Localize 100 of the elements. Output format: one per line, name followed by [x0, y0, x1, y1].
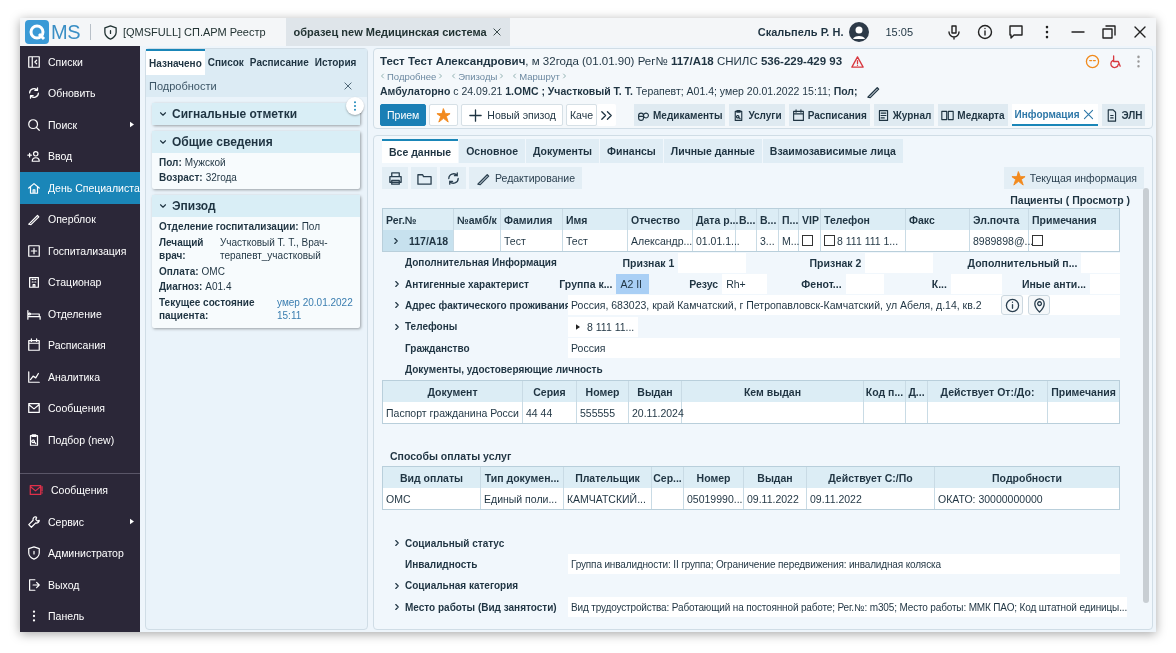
- chevron-right-icon[interactable]: [392, 602, 402, 613]
- sidebar-item[interactable]: Обновить: [20, 77, 140, 109]
- column-header[interactable]: Вид оплаты: [383, 467, 481, 489]
- panel-tab[interactable]: Расписание: [246, 49, 312, 75]
- chevron-right-icon[interactable]: [391, 235, 401, 246]
- location-button[interactable]: [1028, 295, 1050, 316]
- column-header[interactable]: Д...: [906, 381, 928, 403]
- sidebar-item[interactable]: Панель: [20, 600, 140, 632]
- info-icon[interactable]: [977, 24, 993, 40]
- refresh-button[interactable]: [440, 167, 466, 189]
- column-header[interactable]: Номер: [577, 381, 629, 403]
- column-header[interactable]: №амб/к: [454, 209, 501, 230]
- section-tab[interactable]: Расписания: [788, 104, 870, 126]
- section-tab[interactable]: Услуги: [729, 104, 785, 126]
- new-episode-button[interactable]: Новый эпизод: [461, 104, 563, 126]
- column-header[interactable]: Факс: [906, 209, 970, 230]
- sidebar-item[interactable]: Сообщения: [20, 392, 140, 424]
- sidebar-item[interactable]: Поиск: [20, 109, 140, 141]
- close-icon[interactable]: [491, 27, 502, 37]
- section-tab[interactable]: ЭЛН: [1102, 104, 1146, 126]
- column-header[interactable]: Эл.почта: [970, 209, 1029, 230]
- column-header[interactable]: Тип докумен...: [481, 467, 564, 489]
- chevron-down-icon[interactable]: [158, 201, 168, 211]
- edit-button[interactable]: Редактирование: [469, 167, 582, 189]
- content-tab[interactable]: Документы: [526, 139, 600, 163]
- sidebar-item[interactable]: Госпитализация: [20, 235, 140, 267]
- panel-tab[interactable]: Список: [204, 49, 247, 75]
- column-header[interactable]: VIP: [799, 209, 821, 230]
- sidebar-item[interactable]: Выход: [20, 569, 140, 601]
- sidebar-item[interactable]: Сообщения: [20, 474, 140, 506]
- column-header[interactable]: Выдан: [744, 467, 807, 489]
- column-header[interactable]: Примечания: [1048, 381, 1119, 403]
- close-icon[interactable]: [1132, 24, 1148, 40]
- attribute-value[interactable]: A2 II: [616, 274, 649, 295]
- column-header[interactable]: Выдан: [629, 381, 682, 403]
- info-button[interactable]: [1001, 295, 1023, 316]
- sidebar-item[interactable]: Расписания: [20, 329, 140, 361]
- column-header[interactable]: Сер...: [652, 467, 684, 489]
- card-menu-button[interactable]: [346, 97, 364, 115]
- sidebar-item[interactable]: Оперблок: [20, 203, 140, 235]
- avatar-icon[interactable]: [849, 22, 870, 42]
- window-tab[interactable]: образец new Медицинская система: [285, 18, 510, 46]
- chevron-right-icon[interactable]: [392, 580, 402, 591]
- column-header[interactable]: Действует От:/До:: [928, 381, 1048, 403]
- panel-tab[interactable]: История: [311, 49, 360, 75]
- expand-arrow-icon[interactable]: [576, 323, 580, 330]
- patient-link[interactable]: Маршрут: [519, 70, 560, 82]
- column-header[interactable]: Документ: [383, 381, 523, 403]
- patient-link[interactable]: Подробнее: [387, 70, 437, 82]
- column-header[interactable]: Код п...: [864, 381, 906, 403]
- chat-icon[interactable]: [1008, 24, 1024, 40]
- folder-button[interactable]: [411, 167, 437, 189]
- section-tab[interactable]: Информация: [1011, 104, 1099, 126]
- sidebar-item[interactable]: Сервис: [20, 506, 140, 538]
- sidebar-item[interactable]: Аналитика: [20, 361, 140, 393]
- section-tab[interactable]: Медкарта: [938, 104, 1008, 126]
- window-tab[interactable]: [QMSFULL] СП.АРМ Реестр: [101, 18, 274, 46]
- sidebar-item[interactable]: Администратор: [20, 537, 140, 569]
- reception-button[interactable]: Прием: [380, 104, 427, 126]
- content-tab[interactable]: Взаимозависимые лица: [762, 139, 903, 163]
- column-header[interactable]: Примечания: [1029, 209, 1119, 230]
- print-button[interactable]: [382, 167, 408, 189]
- chevron-right-icon[interactable]: [392, 279, 402, 290]
- column-header[interactable]: Кем выдан: [682, 381, 864, 403]
- content-tab[interactable]: Личные данные: [663, 139, 762, 163]
- chevron-right-icon[interactable]: [392, 300, 402, 311]
- column-header[interactable]: Отчество: [628, 209, 693, 230]
- checkbox[interactable]: [802, 235, 813, 246]
- section-tab[interactable]: Медикаменты: [634, 104, 726, 126]
- sidebar-item[interactable]: Подбор (new): [20, 424, 140, 456]
- column-header[interactable]: Действует С:/По: [807, 467, 935, 489]
- chevron-right-icon[interactable]: [392, 538, 402, 549]
- panel-tab[interactable]: Назначено: [146, 49, 205, 75]
- chevron-down-icon[interactable]: [158, 109, 168, 119]
- content-tab[interactable]: Финансы: [600, 139, 663, 163]
- column-header[interactable]: Подробности: [935, 467, 1119, 489]
- column-header[interactable]: Серия: [523, 381, 577, 403]
- checkbox[interactable]: [824, 235, 835, 246]
- column-header[interactable]: Номер: [684, 467, 744, 489]
- restore-icon[interactable]: [1101, 24, 1117, 40]
- microphone-icon[interactable]: [946, 24, 962, 40]
- sidebar-item[interactable]: Списки: [20, 46, 140, 78]
- content-tab[interactable]: Все данные: [382, 139, 459, 163]
- sidebar-item[interactable]: День Специалиста: [20, 172, 140, 204]
- sidebar-item[interactable]: Стационар: [20, 266, 140, 298]
- column-header[interactable]: Телефон: [821, 209, 906, 230]
- toolbar-button[interactable]: Каче: [566, 104, 598, 126]
- table-cell[interactable]: 117/А18: [383, 230, 454, 251]
- column-header[interactable]: Фамилия: [501, 209, 563, 230]
- chevron-down-icon[interactable]: [158, 137, 168, 147]
- column-header[interactable]: Дата р...: [693, 209, 736, 230]
- checkbox[interactable]: [1032, 235, 1043, 246]
- column-header[interactable]: П...: [779, 209, 799, 230]
- attribute-value[interactable]: Rh+: [722, 274, 767, 295]
- chevron-right-icon[interactable]: [392, 321, 402, 332]
- sidebar-item[interactable]: Отделение: [20, 298, 140, 330]
- column-header[interactable]: В...: [757, 209, 779, 230]
- scrollbar[interactable]: [1143, 188, 1149, 603]
- more-button[interactable]: [597, 104, 617, 126]
- content-tab[interactable]: Основное: [459, 139, 525, 163]
